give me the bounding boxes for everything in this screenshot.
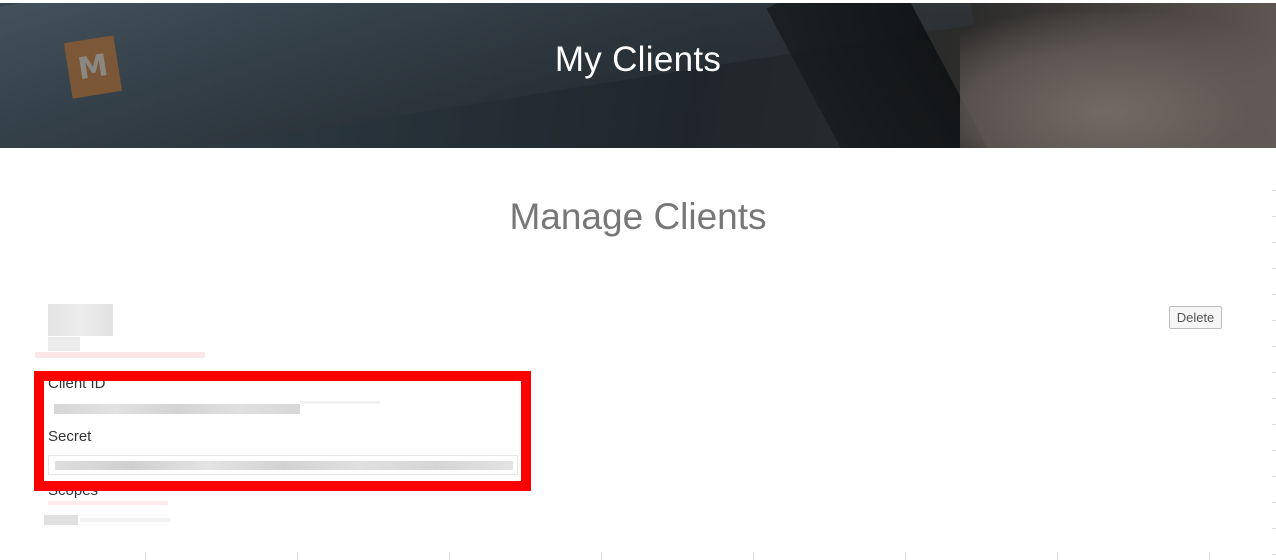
grid-tick — [1057, 552, 1058, 560]
grid-tick — [601, 552, 602, 560]
grid-tick — [1272, 450, 1276, 451]
section-heading: Manage Clients — [509, 196, 767, 237]
grid-tick — [1272, 528, 1276, 529]
grid-tick — [1272, 346, 1276, 347]
grid-tick — [1272, 216, 1276, 217]
grid-tick — [1209, 552, 1210, 560]
grid-tick — [1272, 294, 1276, 295]
scopes-underline — [48, 501, 168, 505]
highlight-annotation-box — [34, 371, 531, 491]
client-subtitle-redacted — [48, 337, 80, 351]
hero-banner: M My Clients — [0, 3, 1276, 148]
scopes-value-faint — [80, 518, 170, 522]
client-name-redacted — [48, 304, 113, 336]
scopes-value-redacted — [44, 515, 78, 525]
grid-tick — [753, 552, 754, 560]
grid-tick — [297, 552, 298, 560]
grid-tick — [1272, 476, 1276, 477]
grid-tick — [905, 552, 906, 560]
client-name-underline — [35, 352, 205, 358]
grid-tick — [1272, 242, 1276, 243]
grid-tick — [1272, 372, 1276, 373]
grid-tick — [1272, 190, 1276, 191]
grid-tick — [145, 552, 146, 560]
grid-tick — [1272, 398, 1276, 399]
grid-tick — [1272, 554, 1276, 555]
grid-tick — [1272, 502, 1276, 503]
grid-tick — [1272, 268, 1276, 269]
grid-tick — [1272, 320, 1276, 321]
page-title: My Clients — [554, 40, 722, 79]
grid-tick — [449, 552, 450, 560]
delete-button[interactable]: Delete — [1169, 306, 1222, 329]
grid-tick — [1272, 424, 1276, 425]
